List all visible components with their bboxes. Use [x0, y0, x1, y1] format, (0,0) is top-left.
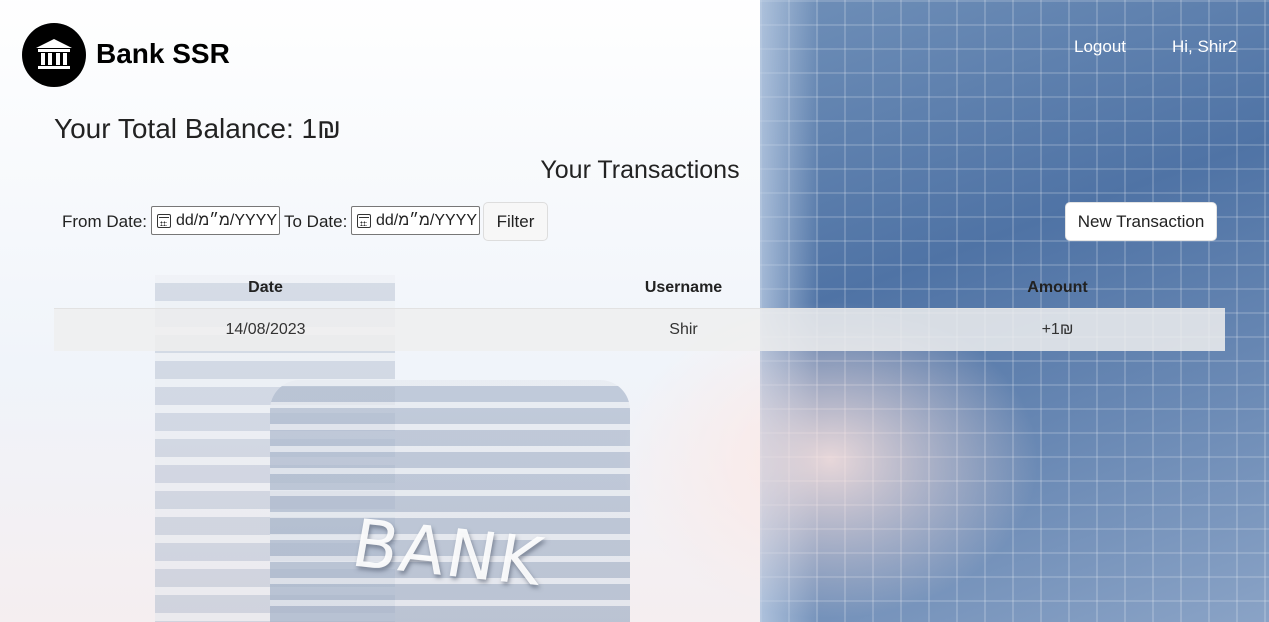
transactions-title: Your Transactions — [540, 156, 740, 184]
from-date-value: dd/מ״מ/YYYY — [176, 211, 278, 229]
page-content: Bank SSR Logout Hi, Shir2 Your Total Bal… — [0, 0, 1269, 622]
total-balance: Your Total Balance: 1₪ — [54, 113, 341, 144]
filter-button[interactable]: Filter — [483, 202, 548, 241]
cell-amount: +1₪ — [890, 308, 1225, 351]
user-greeting[interactable]: Hi, Shir2 — [1172, 37, 1237, 57]
from-date-input[interactable]: dd/מ״מ/YYYY — [151, 206, 280, 235]
to-date-label: To Date: — [284, 212, 348, 231]
column-header-amount[interactable]: Amount — [890, 268, 1225, 309]
from-date-label: From Date: — [62, 212, 148, 231]
to-date-value: dd/מ״מ/YYYY — [376, 211, 478, 229]
table-row[interactable]: 14/08/2023 Shir +1₪ — [54, 308, 1225, 351]
logout-link[interactable]: Logout — [1074, 37, 1126, 57]
column-header-username[interactable]: Username — [477, 268, 890, 309]
new-transaction-button[interactable]: New Transaction — [1065, 202, 1217, 241]
to-date-input[interactable]: dd/מ״מ/YYYY — [351, 206, 480, 235]
brand-name: Bank SSR — [96, 38, 230, 69]
calendar-icon[interactable] — [157, 213, 171, 228]
transactions-table: Date Username Amount 14/08/2023 Shir +1₪ — [54, 268, 1225, 351]
bank-logo-icon[interactable] — [22, 23, 86, 87]
table-header-row: Date Username Amount — [54, 268, 1225, 309]
cell-username: Shir — [477, 308, 890, 351]
column-header-date[interactable]: Date — [54, 268, 477, 309]
calendar-icon[interactable] — [357, 213, 371, 228]
cell-date: 14/08/2023 — [54, 308, 477, 351]
